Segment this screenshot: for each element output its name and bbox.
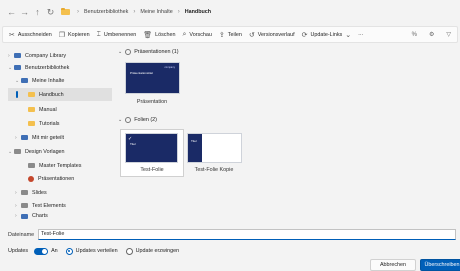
sidebar-item-tutorials[interactable]: Tutorials — [8, 117, 112, 130]
filename-input[interactable]: Test-Folie — [38, 229, 456, 240]
sidebar-item-manual[interactable]: Manual — [8, 103, 112, 116]
address-bar: ← → ↑ ↻ › Benutzerbibliothek › Meine Inh… — [0, 0, 460, 24]
rename-button[interactable]: ⌶ Umbenennen — [97, 31, 137, 39]
sidebar-item-text-elements[interactable]: › Text Elements — [8, 199, 112, 212]
updates-row: Updates An Updates verteilen Update erzw… — [8, 245, 179, 257]
preview-button[interactable]: ⌕ Vorschau — [182, 31, 211, 39]
sidebar-item-slides[interactable]: › Slides — [8, 186, 112, 199]
cut-button[interactable]: ✂ Ausschneiden — [9, 31, 52, 39]
shared-folder-icon — [21, 135, 28, 140]
radio-force-label: Update erzwingen — [135, 248, 180, 254]
templates-icon — [14, 149, 21, 154]
folder-icon — [28, 121, 35, 126]
forward-arrow-icon[interactable]: → — [18, 6, 31, 19]
chevron-right-icon: › — [177, 9, 180, 15]
library-icon — [14, 53, 21, 58]
copy-icon: ❐ — [58, 31, 66, 39]
up-arrow-icon[interactable]: ↑ — [31, 6, 44, 19]
presentation-thumbnail[interactable]: company Präsentationstitel — [125, 62, 180, 94]
folder-tree: › Company Library ⌄ Benutzerbibliothek ⌄… — [8, 49, 112, 223]
back-arrow-icon[interactable]: ← — [5, 6, 18, 19]
more-button[interactable]: ··· — [358, 32, 363, 38]
radio-distribute-label: Updates verteilen — [75, 248, 118, 254]
updates-toggle[interactable] — [34, 247, 49, 255]
toolbar-right: % ⚙ ▽ — [400, 31, 457, 39]
chevron-down-icon[interactable]: ⌄ — [118, 117, 122, 123]
toggle-state-label: An — [51, 248, 58, 254]
sidebar-item-design-vorlagen[interactable]: ⌄ Design Vorlagen — [8, 145, 112, 158]
breadcrumb-handbuch[interactable]: Handbuch — [185, 9, 211, 15]
share-button[interactable]: ⇪ Teilen — [219, 31, 242, 39]
sidebar-item-mit-mir-geteilt[interactable]: › Mit mir geteilt — [8, 131, 112, 144]
chevron-right-icon: › — [133, 9, 136, 15]
item-name: Test-Folie Kopie — [194, 167, 234, 173]
refresh-icon[interactable]: ↻ — [44, 6, 57, 19]
percent-icon[interactable]: % — [412, 32, 417, 38]
update-links-button[interactable]: ⟳ Update-Links ⌄ — [302, 31, 352, 39]
gear-icon[interactable]: ⚙ — [429, 31, 434, 38]
cancel-button[interactable]: Abbrechen — [370, 259, 416, 271]
link-sync-icon: ⟳ — [301, 31, 308, 39]
content-area: ⌄ Präsentationen (1) company Präsentatio… — [118, 49, 458, 223]
copy-button[interactable]: ❐ Kopieren — [59, 31, 90, 39]
toolbar: ✂ Ausschneiden ❐ Kopieren ⌶ Umbenennen 🗑 Lös… — [2, 26, 458, 43]
chevron-down-icon[interactable]: ⌄ — [118, 49, 122, 55]
sidebar-item-praesentationen[interactable]: Präsentationen — [8, 172, 112, 185]
history-button[interactable]: ↺ Versionsverlauf — [249, 31, 295, 39]
group-header-presentations[interactable]: ⌄ Präsentationen (1) — [118, 49, 179, 55]
horizontal-scrollbar[interactable] — [8, 221, 458, 225]
slide-thumbnail[interactable]: Titel — [187, 133, 242, 163]
filter-icon[interactable]: ▽ — [446, 31, 451, 38]
breadcrumb-meine-inhalte[interactable]: Meine Inhalte — [140, 9, 172, 15]
magnifier-icon: ⌕ — [182, 30, 187, 38]
item-name: Präsentation — [136, 99, 168, 105]
breadcrumb: › Benutzerbibliothek › Meine Inhalte › H… — [61, 7, 211, 15]
overwrite-button[interactable]: Überschreiben — [420, 259, 460, 271]
rename-icon: ⌶ — [96, 30, 101, 38]
slide-icon — [21, 190, 28, 195]
chevron-right-icon: › — [77, 9, 79, 15]
updates-label: Updates — [8, 248, 29, 254]
folder-icon — [28, 92, 35, 97]
share-icon: ⇪ — [218, 31, 225, 39]
sidebar-item-meine-inhalte[interactable]: ⌄ Meine Inhalte — [8, 74, 112, 87]
scissors-icon: ✂ — [9, 31, 15, 39]
slide-icon — [125, 117, 132, 123]
library-icon — [14, 65, 21, 70]
folder-icon — [28, 107, 35, 112]
slide-thumbnail[interactable]: ✓ Titel — [125, 133, 178, 163]
radio-distribute-updates[interactable] — [65, 247, 73, 255]
group-header-slides[interactable]: ⌄ Folien (2) — [118, 117, 157, 123]
history-icon: ↺ — [248, 31, 255, 39]
delete-button[interactable]: 🗑 Löschen — [143, 31, 175, 39]
radio-force-update[interactable] — [125, 247, 133, 255]
presentation-icon — [28, 175, 34, 182]
presentation-icon — [125, 49, 132, 55]
item-name: Test-Folie — [140, 167, 164, 173]
filename-label: Dateiname — [8, 231, 35, 238]
text-element-icon — [21, 203, 28, 208]
folder-icon — [61, 7, 70, 15]
chart-icon — [21, 213, 28, 219]
trash-icon: 🗑 — [143, 31, 153, 39]
checkmark-icon: ✓ — [128, 136, 133, 142]
filename-row: Dateiname Test-Folie — [0, 228, 460, 241]
sidebar-item-benutzerbibliothek[interactable]: ⌄ Benutzerbibliothek — [8, 61, 112, 74]
template-icon — [28, 163, 35, 168]
chevron-down-icon: ⌄ — [345, 31, 352, 39]
breadcrumb-benutzerbibliothek[interactable]: Benutzerbibliothek — [84, 9, 128, 15]
sidebar-item-master-templates[interactable]: Master Templates — [8, 159, 112, 172]
user-folder-icon — [21, 78, 28, 83]
sidebar-item-charts[interactable]: › Charts — [8, 212, 112, 220]
sidebar-item-handbuch[interactable]: Handbuch — [8, 88, 112, 101]
